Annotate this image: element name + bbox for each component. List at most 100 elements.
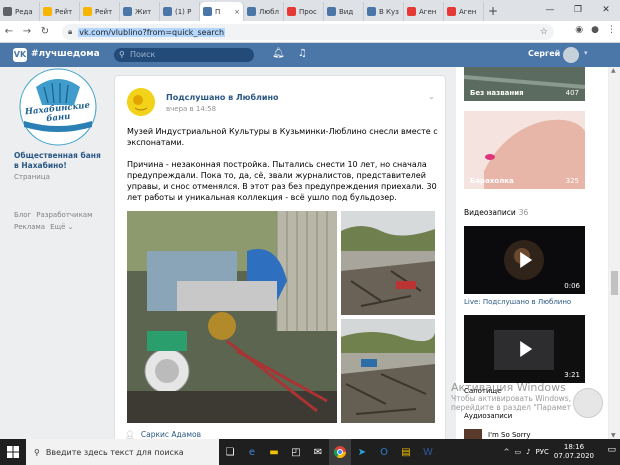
post-menu-chevron-icon[interactable]: ⌄ [428,92,435,101]
browser-tab-4[interactable]: (1) Р [160,2,200,21]
play-icon [519,341,532,357]
audio-section-title[interactable]: Аудиозаписи [464,412,512,420]
tab-favicon-icon [163,7,172,16]
video-1-title[interactable]: Live: Подслушано в Люблино [464,298,571,306]
browser-tab-1[interactable]: Рейт [40,2,80,21]
language-indicator[interactable]: РУС [536,448,549,456]
chat-bubble-avatar[interactable] [573,388,603,418]
audio-track-title[interactable]: I'm So Sorry [488,431,531,439]
file-explorer-icon[interactable]: ▬ [263,439,285,465]
vk-header: VK #лучшедома ⚲ Поиск 🔔︎ ♫ Сергей ▾ [0,43,620,67]
clock[interactable]: 18:16 07.07.2020 [554,443,594,461]
scroll-down-icon[interactable]: ▼ [611,432,616,439]
tab-label: Любл [259,7,279,16]
network-icon[interactable]: ▭ [514,448,521,456]
group-sidebar: Нахабинские бани Общественная баня в Нах… [14,67,106,233]
audio-cover[interactable] [464,429,482,439]
back-icon[interactable]: ← [0,26,18,37]
album-tile-1[interactable]: Без названия 407 [464,67,585,101]
volume-icon[interactable]: ♪ [526,448,530,456]
browser-tab-8[interactable]: Вид [324,2,364,21]
chevron-down-icon[interactable]: ▾ [584,49,588,57]
music-icon[interactable]: ♫ [298,48,307,59]
mail-icon[interactable]: ✉ [307,439,329,465]
video-1[interactable]: 0:06 [464,226,585,294]
maximize-icon[interactable]: ❐ [564,0,592,21]
group-name[interactable]: Общественная баня в Нахабино! [14,151,106,171]
explorer-folder-icon[interactable]: ▤ [395,439,417,465]
footer-link-dev[interactable]: Разработчикам [36,211,92,219]
post-author-name[interactable]: Подслушано в Люблино [166,93,279,102]
watermark-line-1: Активация Windows [451,381,566,394]
search-input[interactable]: ⚲ Поиск [114,48,254,62]
tab-label: Рейт [95,7,113,16]
url-text[interactable]: vk.com/vlublino?from=quick_search [78,27,226,37]
bookmark-star-icon[interactable]: ☆ [540,27,548,37]
avatar[interactable] [563,47,579,63]
video-2[interactable]: 3:21 [464,315,585,383]
tab-favicon-icon [83,7,92,16]
telegram-icon[interactable]: ➤ [351,439,373,465]
browser-tab-5[interactable]: П × [200,2,244,21]
task-view-icon[interactable]: ❏ [219,439,241,465]
post-time[interactable]: вчера в 14:58 [166,105,216,113]
browser-tab-11[interactable]: Аген [444,2,484,21]
minimize-icon[interactable]: — [536,0,564,21]
windows-start-icon[interactable] [0,439,26,465]
omnibox[interactable]: 🔒︎ vk.com/vlublino?from=quick_search ☆ [62,24,554,40]
menu-icon[interactable]: ⋮ [607,25,616,35]
notification-center-icon[interactable]: ▭ [607,445,616,455]
footer-link-blog[interactable]: Блог [14,211,31,219]
user-name[interactable]: Сергей [528,49,560,58]
tab-label: В Куз [379,7,399,16]
group-logo[interactable]: Нахабинские бани [14,67,102,147]
album-tile-2[interactable]: Барахолка 325 [464,111,585,189]
post-signer[interactable]: 👤︎ Саркис Адамов [125,430,201,439]
browser-tab-strip: Реда Рейт Рейт Жит (1) Р П × Любл Прос Вид В Куз Аг… [0,0,620,21]
chrome-icon[interactable] [329,439,351,465]
page-scrollbar[interactable]: ▲ ▼ [609,67,620,439]
tab-label: Рейт [55,7,73,16]
post-signer-name: Саркис Адамов [140,430,202,439]
taskbar-search[interactable]: ⚲ Введите здесь текст для поиска [26,439,219,465]
bell-icon[interactable]: 🔔︎ [272,48,285,59]
browser-tab-6[interactable]: Любл [244,2,284,21]
browser-tab-7[interactable]: Прос [284,2,324,21]
close-window-icon[interactable]: ✕ [592,0,620,21]
browser-tab-10[interactable]: Аген [404,2,444,21]
post-author-avatar[interactable] [127,88,155,116]
store-icon[interactable]: ◰ [285,439,307,465]
window-controls: — ❐ ✕ [536,0,620,21]
tab-label: П [215,7,221,16]
post-photo-main[interactable] [127,211,337,423]
close-tab-icon[interactable]: × [234,8,240,16]
edge-icon[interactable]: e [241,439,263,465]
outlook-icon[interactable]: O [373,439,395,465]
new-tab-button[interactable]: + [484,2,502,21]
reload-icon[interactable]: ↻ [36,26,54,37]
ghost-icon[interactable]: ◉ [575,25,583,35]
chevron-up-icon[interactable]: ^ [504,448,510,456]
footer-link-more[interactable]: Ещё ⌄ [50,223,73,231]
tab-label: Прос [299,7,317,16]
post-text: Музей Индустриальной Культуры в Кузьминк… [127,126,439,214]
tab-label: (1) Р [175,7,192,16]
videos-section-title[interactable]: Видеозаписи 36 [464,208,528,217]
windows-taskbar: ⚲ Введите здесь текст для поиска ❏ e ▬ ◰… [0,439,620,465]
tab-favicon-icon [203,7,212,16]
browser-tab-0[interactable]: Реда [0,2,40,21]
scrollbar-thumb[interactable] [611,271,618,295]
post-photo-2[interactable] [341,211,435,315]
browser-tab-2[interactable]: Рейт [80,2,120,21]
browser-tab-9[interactable]: В Куз [364,2,404,21]
community-title[interactable]: #лучшедома [31,49,100,59]
footer-link-ads[interactable]: Реклама [14,223,45,231]
profile-icon[interactable]: ● [591,25,599,35]
post-photo-3[interactable] [341,319,435,423]
tab-favicon-icon [43,7,52,16]
word-icon[interactable]: W [417,439,439,465]
forward-icon[interactable]: → [18,26,36,37]
browser-tab-3[interactable]: Жит [120,2,160,21]
scroll-up-icon[interactable]: ▲ [611,67,616,74]
vk-logo[interactable]: VK [13,48,27,62]
